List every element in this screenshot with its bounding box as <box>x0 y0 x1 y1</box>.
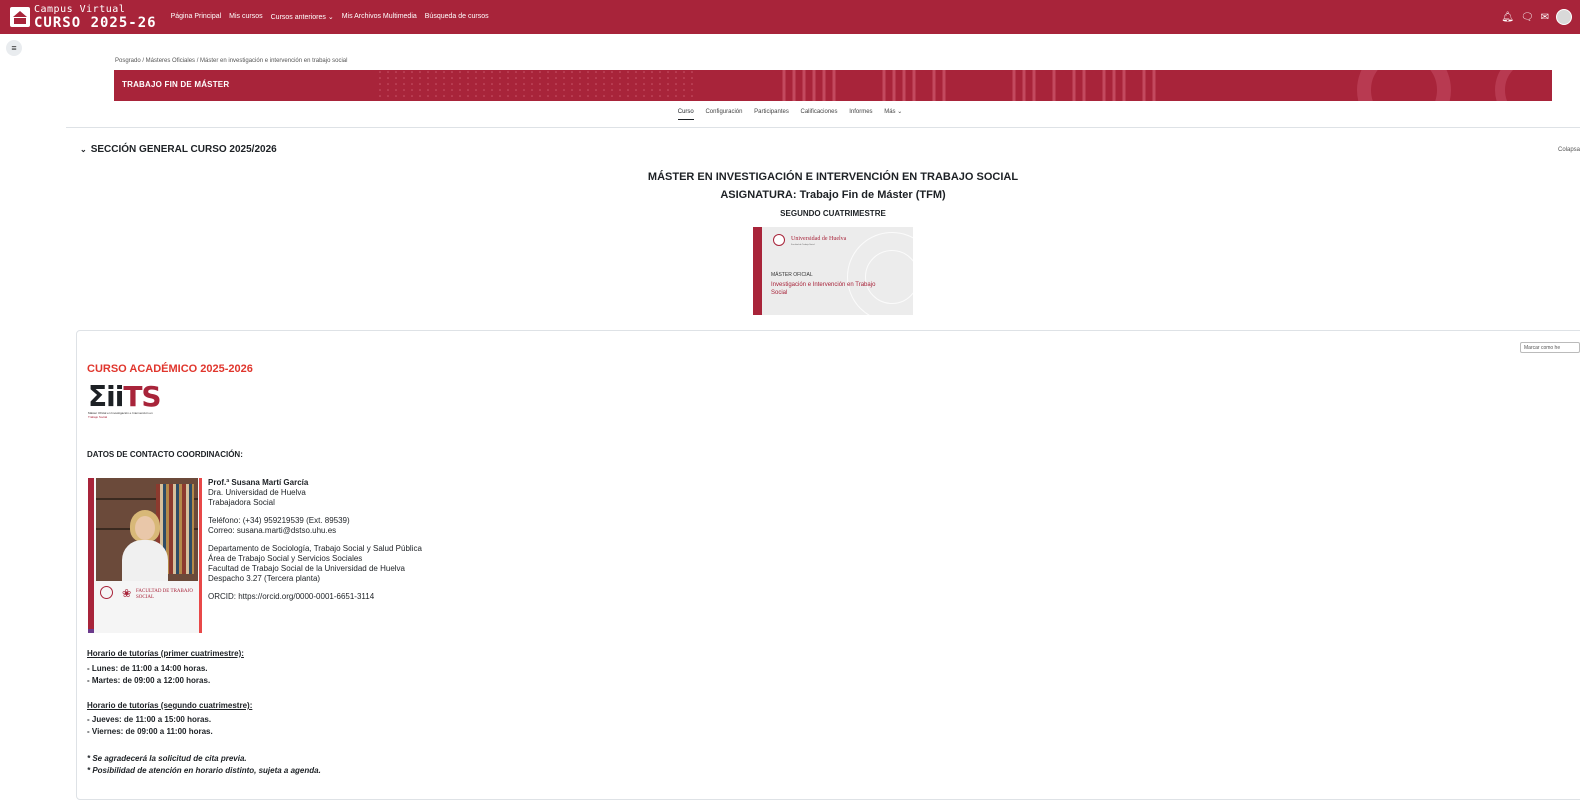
area-line: Área de Trabajo Social y Servicios Socia… <box>208 554 363 563</box>
office-line: Despacho 3.27 (Tercera planta) <box>208 574 321 583</box>
coordinator-phone: Teléfono: (+34) 959219539 (Ext. 89539) <box>208 516 350 525</box>
chevron-down-icon[interactable]: ⌄ <box>80 145 87 154</box>
primary-nav: Página Principal Mis cursos Cursos anter… <box>171 13 489 21</box>
subject-title: ASIGNATURA: Trabajo Fin de Máster (TFM) <box>720 189 946 201</box>
department-line: Departamento de Sociología, Trabajo Soci… <box>208 544 422 553</box>
semester-title: SEGUNDO CUATRIMESTRE <box>780 209 886 218</box>
secondary-nav: Curso Configuración Participantes Califi… <box>0 108 1580 120</box>
faculty-line: Facultad de Trabajo Social de la Univers… <box>208 564 406 573</box>
siits-logo-sub2: Trabajo Social <box>88 415 108 419</box>
divider <box>66 127 1580 128</box>
tab-grades[interactable]: Calificaciones <box>801 109 838 115</box>
tutorias-line: - Martes: de 09:00 a 12:00 horas. <box>87 676 211 685</box>
mail-icon[interactable]: ✉︎ <box>1541 12 1549 23</box>
master-name: Investigación e Intervención en Trabajo … <box>771 282 876 296</box>
contact-heading: DATOS DE CONTACTO COORDINACIÓN: <box>87 450 243 459</box>
section-header[interactable]: ⌄ SECCIÓN GENERAL CURSO 2025/2026 <box>80 144 277 155</box>
avatar[interactable] <box>1556 9 1572 25</box>
tutorias-line: - Lunes: de 11:00 a 14:00 horas. <box>87 664 208 673</box>
top-navbar: Campus Virtual CURSO 2025-26 Página Prin… <box>0 0 1580 34</box>
home-icon <box>10 7 30 27</box>
faculty-name: Facultad de Trabajo Social <box>791 244 815 246</box>
siits-logo: ΣiiTS Máster Oficial en Investigación e … <box>88 383 188 425</box>
university-seal-icon <box>773 234 785 246</box>
nav-home[interactable]: Página Principal <box>171 13 222 21</box>
university-name: Universidad de Huelva <box>791 236 847 242</box>
orcid-line[interactable]: ORCID: https://orcid.org/0000-0001-6651-… <box>208 592 422 602</box>
faculty-logo-icon: ❀ <box>122 588 132 600</box>
tab-participants[interactable]: Participantes <box>754 109 789 115</box>
coordinator-role: Trabajadora Social <box>208 498 275 507</box>
note-line: * Se agradecerá la solicitud de cita pre… <box>87 754 247 763</box>
nav-icons: 🔔︎ 🗨︎ ✉︎ <box>1501 0 1572 34</box>
course-banner: TRABAJO FIN DE MÁSTER <box>114 70 1552 101</box>
course-image: Universidad de Huelva Facultad de Trabaj… <box>753 227 913 315</box>
course-index-toggle[interactable]: ≡ <box>6 40 22 56</box>
tab-more[interactable]: Más ⌄ <box>884 109 902 115</box>
nav-past-courses[interactable]: Cursos anteriores ⌄ <box>271 13 334 21</box>
coordinator-photo: ❀ FACULTAD DE TRABAJO SOCIAL <box>88 478 202 633</box>
site-logo[interactable]: Campus Virtual CURSO 2025-26 <box>10 0 157 34</box>
tutorias-heading-2: Horario de tutorías (segundo cuatrimestr… <box>87 701 253 710</box>
siits-logo-text: ΣiiTS <box>88 380 162 413</box>
faculty-logo-text: FACULTAD DE TRABAJO SOCIAL <box>136 589 194 600</box>
photo-logos: ❀ FACULTAD DE TRABAJO SOCIAL <box>96 584 200 614</box>
mark-as-done-button[interactable]: Marcar como he <box>1520 342 1580 353</box>
tutorias-line: - Viernes: de 09:00 a 11:00 horas. <box>87 727 213 736</box>
coordinator-name: Prof.ª Susana Martí García <box>208 478 309 487</box>
breadcrumb[interactable]: Posgrado / Másteres Oficiales / Máster e… <box>115 58 347 64</box>
tutorias-line: - Jueves: de 11:00 a 15:00 horas. <box>87 715 212 724</box>
tutorias-heading-1: Horario de tutorías (primer cuatrimestre… <box>87 649 244 658</box>
note-line: * Posibilidad de atención en horario dis… <box>87 766 321 775</box>
red-divider <box>199 478 202 633</box>
tab-reports[interactable]: Informes <box>849 109 872 115</box>
coordinator-degree: Dra. Universidad de Huelva <box>208 488 306 497</box>
nav-my-courses[interactable]: Mis cursos <box>229 13 262 21</box>
nav-media-files[interactable]: Mis Archivos Multimedia <box>342 13 417 21</box>
tab-settings[interactable]: Configuración <box>705 109 742 115</box>
portrait-image <box>96 478 198 581</box>
bell-icon[interactable]: 🔔︎ <box>1501 12 1514 23</box>
nav-course-search[interactable]: Búsqueda de cursos <box>425 13 489 21</box>
banner-decoration <box>374 70 1514 101</box>
course-title: TRABAJO FIN DE MÁSTER <box>122 80 230 89</box>
academic-year: CURSO ACADÉMICO 2025-2026 <box>87 363 253 375</box>
logo-line2: CURSO 2025-26 <box>34 14 157 31</box>
program-title: MÁSTER EN INVESTIGACIÓN E INTERVENCIÓN E… <box>647 171 1019 183</box>
collapse-all-link[interactable]: Colapsa <box>1558 147 1580 153</box>
logo-line1: Campus Virtual <box>34 3 126 15</box>
contact-info: Prof.ª Susana Martí García Dra. Universi… <box>208 478 422 602</box>
university-seal-icon <box>100 586 113 599</box>
tab-course[interactable]: Curso <box>677 109 694 120</box>
section-title: SECCIÓN GENERAL CURSO 2025/2026 <box>90 144 277 155</box>
menu-icon: ≡ <box>11 43 17 53</box>
master-label: MÁSTER OFICIAL <box>771 272 813 278</box>
coordinator-email[interactable]: Correo: susana.marti@dstso.uhu.es <box>208 526 422 536</box>
chat-icon[interactable]: 🗨︎ <box>1521 12 1534 23</box>
